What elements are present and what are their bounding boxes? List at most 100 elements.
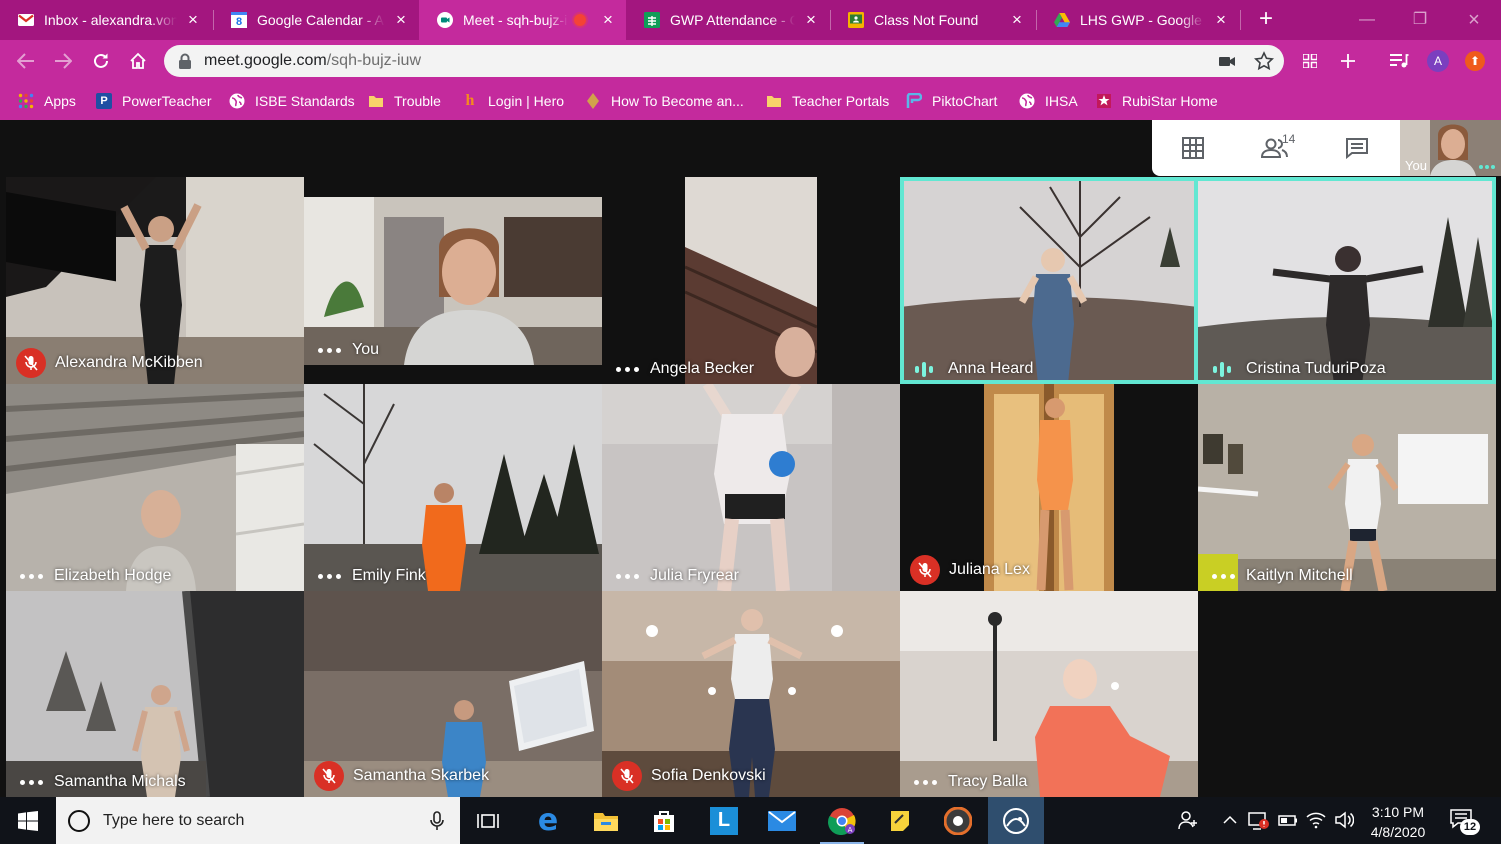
update-arrow-icon[interactable]: ⬆ <box>1465 51 1485 71</box>
more-options-icon[interactable] <box>16 779 46 785</box>
participant-name: Kaitlyn Mitchell <box>1246 567 1353 584</box>
task-view-button[interactable] <box>460 797 516 844</box>
participant-tile[interactable]: You <box>304 197 602 365</box>
extensions-grid-icon[interactable] <box>1296 47 1324 75</box>
taskbar-search[interactable]: Type here to search <box>56 797 460 844</box>
taskbar-store[interactable] <box>636 797 692 844</box>
apps-grid-icon <box>18 93 34 109</box>
more-options-icon[interactable] <box>612 366 642 372</box>
taskbar-active-app[interactable] <box>988 797 1044 844</box>
tab-gmail[interactable]: Inbox - alexandra.von × <box>0 0 211 40</box>
globe-icon <box>1019 93 1035 109</box>
volume-icon[interactable] <box>1334 810 1355 835</box>
close-icon[interactable]: × <box>803 11 819 28</box>
minimize-icon[interactable]: — <box>1355 8 1379 32</box>
participant-tile[interactable]: Kaitlyn Mitchell <box>1198 384 1496 591</box>
taskbar-lync[interactable]: L <box>696 797 752 844</box>
more-options-icon[interactable] <box>314 347 344 353</box>
participant-tile[interactable]: Anna Heard <box>900 177 1198 384</box>
start-button[interactable] <box>0 797 56 844</box>
chat-button[interactable] <box>1316 120 1398 176</box>
bookmark-star-icon[interactable] <box>1254 51 1274 71</box>
chevron-up-icon[interactable] <box>1222 810 1238 835</box>
taskbar-sticky-notes[interactable] <box>872 797 928 844</box>
more-options-icon[interactable] <box>910 779 940 785</box>
system-clock[interactable]: 3:10 PM 4/8/2020 <box>1358 802 1438 842</box>
taskbar-chrome[interactable]: A <box>814 797 870 844</box>
more-options-icon[interactable] <box>1208 573 1238 579</box>
bookmark-teacher-portals[interactable]: Teacher Portals <box>766 90 889 112</box>
tab-drive[interactable]: LHS GWP - Google Drive × <box>1036 0 1239 40</box>
sticky-notes-icon <box>891 810 909 831</box>
restore-icon[interactable]: ❐ <box>1408 8 1432 32</box>
bookmark-label: PowerTeacher <box>122 93 212 109</box>
taskbar-edge[interactable]: e <box>520 797 576 844</box>
taskbar-media-app[interactable] <box>930 797 986 844</box>
security-alert-icon[interactable] <box>1248 810 1270 835</box>
more-options-icon[interactable] <box>612 573 642 579</box>
disc-icon <box>944 806 972 835</box>
bookmark-how-to-become[interactable]: How To Become an... <box>585 90 744 112</box>
add-extension-icon[interactable] <box>1334 47 1362 75</box>
profile-avatar[interactable]: A <box>1427 50 1449 72</box>
close-window-icon[interactable]: × <box>1462 8 1486 32</box>
tab-sheets[interactable]: GWP Attendance - Goo × <box>626 0 829 40</box>
close-icon[interactable]: × <box>1009 11 1025 28</box>
participant-label: Emily Fink <box>314 567 426 585</box>
people-icon[interactable] <box>1178 810 1198 835</box>
back-icon[interactable] <box>12 47 40 75</box>
close-icon[interactable]: × <box>1213 11 1229 28</box>
bookmark-powerteacher[interactable]: P PowerTeacher <box>96 90 212 112</box>
participant-tile[interactable]: Sofia Denkovski <box>602 591 900 797</box>
tab-meet[interactable]: Meet - sqh-bujz-iuw × <box>419 0 626 40</box>
bookmark-isbe-standards[interactable]: ISBE Standards <box>229 90 355 112</box>
battery-icon[interactable] <box>1278 810 1298 835</box>
windows-taskbar: Type here to search e L A 3:10 PM 4/8/20… <box>0 797 1501 844</box>
tab-calendar[interactable]: 8 Google Calendar - Apr × <box>213 0 419 40</box>
participant-tile[interactable]: Alexandra McKibben <box>6 177 304 384</box>
participant-tile[interactable]: Elizabeth Hodge <box>6 384 304 591</box>
more-options-icon[interactable] <box>16 573 46 579</box>
close-icon[interactable]: × <box>185 11 201 28</box>
more-options-icon[interactable] <box>1479 165 1501 169</box>
bookmark-login-hero[interactable]: h Login | Hero <box>462 90 564 112</box>
folder-icon <box>368 93 384 109</box>
bookmark-trouble[interactable]: Trouble <box>368 90 441 112</box>
participant-tile[interactable]: Samantha Michals <box>6 591 304 797</box>
participant-tile[interactable]: Emily Fink <box>304 384 602 591</box>
store-icon <box>654 810 674 832</box>
participant-name: Elizabeth Hodge <box>54 567 172 584</box>
participant-tile[interactable]: Cristina TuduriPoza <box>1198 177 1496 384</box>
participant-tile[interactable]: Angela Becker <box>602 177 900 384</box>
action-center-button[interactable]: 12 <box>1450 809 1480 835</box>
taskbar-file-explorer[interactable] <box>578 797 634 844</box>
participant-tile[interactable]: Juliana Lex <box>900 384 1198 591</box>
bookmark-apps[interactable]: Apps <box>18 90 76 112</box>
media-queue-icon[interactable] <box>1385 47 1413 75</box>
address-bar[interactable]: meet.google.com/sqh-bujz-iuw <box>164 45 1284 77</box>
bookmark-label: IHSA <box>1045 93 1078 109</box>
bookmark-label: Teacher Portals <box>792 93 890 109</box>
bookmark-ihsa[interactable]: IHSA <box>1019 90 1078 112</box>
home-icon[interactable] <box>124 47 152 75</box>
new-tab-button[interactable]: + <box>1254 7 1278 32</box>
participants-button[interactable]: 14 <box>1234 120 1316 176</box>
participant-tile[interactable]: Samantha Skarbek <box>304 591 602 797</box>
bookmark-rubistar[interactable]: RubiStar Home <box>1096 90 1218 112</box>
microphone-icon[interactable] <box>430 811 444 831</box>
bookmark-piktochart[interactable]: PiktoChart <box>906 90 997 112</box>
close-icon[interactable]: × <box>600 11 616 28</box>
more-options-icon[interactable] <box>314 573 344 579</box>
self-view-thumbnail[interactable]: You <box>1400 120 1501 176</box>
participant-tile[interactable]: Tracy Balla <box>900 591 1198 797</box>
reload-icon[interactable] <box>87 47 115 75</box>
forward-icon[interactable] <box>49 47 77 75</box>
participant-tile[interactable]: Julia Fryrear <box>602 384 900 591</box>
layout-button[interactable] <box>1152 120 1234 176</box>
taskbar-mail[interactable] <box>754 797 810 844</box>
tab-classroom[interactable]: Class Not Found × <box>830 0 1035 40</box>
close-icon[interactable]: × <box>393 11 409 28</box>
wifi-icon[interactable] <box>1306 810 1326 835</box>
camera-in-use-icon[interactable] <box>1218 51 1236 71</box>
classroom-icon <box>848 12 864 28</box>
